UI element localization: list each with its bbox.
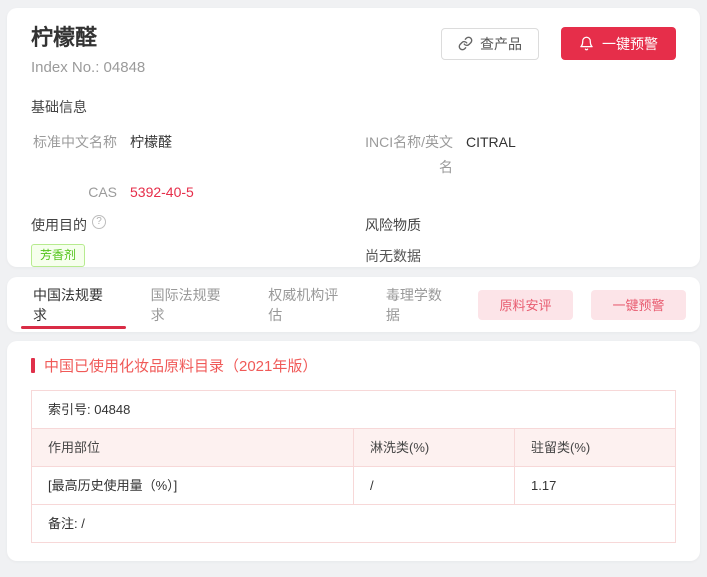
inci-name-label: INCI名称/英文名 — [365, 130, 453, 180]
ingredient-overview-card: 柠檬醛 Index No.: 04848 查产品 — [7, 8, 700, 267]
check-products-button[interactable]: 查产品 — [441, 28, 539, 60]
raw-material-safety-review-button[interactable]: 原料安评 — [478, 290, 573, 320]
table-header-row: 作用部位 淋洗类(%) 驻留类(%) — [32, 429, 676, 467]
one-key-alert-label: 一键预警 — [602, 34, 658, 54]
one-key-alert-pink-button[interactable]: 一键预警 — [591, 290, 686, 320]
tab-authority-evaluation[interactable]: 权威机构评估 — [256, 277, 361, 332]
index-number-row: 索引号: 04848 — [32, 391, 676, 429]
column-header-leave-on: 驻留类(%) — [515, 429, 676, 467]
catalog-section-title: 中国已使用化妆品原料目录（2021年版） — [44, 355, 317, 376]
tab-toxicology-data[interactable]: 毒理学数据 — [374, 277, 465, 332]
tab-label: 毒理学数据 — [386, 285, 453, 325]
regulation-tabs-bar: 中国法规要求 国际法规要求 权威机构评估 毒理学数据 原料安评 一键预警 — [7, 277, 700, 332]
tab-international-regulations[interactable]: 国际法规要求 — [139, 277, 244, 332]
index-number-cell: 索引号: 04848 — [32, 391, 676, 429]
check-products-label: 查产品 — [480, 34, 522, 54]
active-tab-underline — [21, 326, 126, 329]
help-circle-icon[interactable]: ? — [92, 215, 106, 229]
tab-label: 中国法规要求 — [33, 285, 114, 325]
table-row: [最高历史使用量（%）] / 1.17 — [32, 467, 676, 505]
max-historical-usage-cell: [最高历史使用量（%）] — [32, 467, 354, 505]
tabs: 中国法规要求 国际法规要求 权威机构评估 毒理学数据 — [21, 277, 478, 332]
rinse-off-value-cell: / — [354, 467, 515, 505]
purpose-tag-fragrance: 芳香剂 — [31, 244, 85, 267]
standard-chinese-name-value: 柠檬醛 — [130, 130, 172, 180]
remark-cell: 备注: / — [32, 505, 676, 543]
inci-name-value: CITRAL — [466, 130, 516, 180]
column-header-rinse-off: 淋洗类(%) — [354, 429, 515, 467]
index-number: Index No.: 04848 — [31, 59, 441, 76]
tab-label: 权威机构评估 — [268, 285, 349, 325]
section-marker-bar — [31, 358, 35, 373]
catalog-table: 索引号: 04848 作用部位 淋洗类(%) 驻留类(%) [最高历史使用量（%… — [31, 390, 676, 543]
cas-label: CAS — [31, 180, 117, 205]
china-catalog-card: 中国已使用化妆品原料目录（2021年版） 索引号: 04848 作用部位 淋洗类… — [7, 341, 700, 561]
bell-icon — [579, 36, 594, 51]
remark-row: 备注: / — [32, 505, 676, 543]
cas-number-link[interactable]: 5392-40-5 — [130, 180, 194, 205]
tab-label: 国际法规要求 — [151, 285, 232, 325]
risk-substance-label: 风险物质 — [365, 215, 421, 235]
page-title: 柠檬醛 — [31, 24, 441, 52]
column-header-application-site: 作用部位 — [32, 429, 354, 467]
link-icon — [458, 36, 473, 51]
usage-purpose-label: 使用目的 — [31, 215, 87, 235]
risk-substance-value: 尚无数据 — [365, 246, 421, 266]
leave-on-value-cell: 1.17 — [515, 467, 676, 505]
tab-china-regulations[interactable]: 中国法规要求 — [21, 277, 126, 332]
standard-chinese-name-label: 标准中文名称 — [31, 130, 117, 180]
basic-info-heading: 基础信息 — [31, 97, 676, 117]
one-key-alert-button[interactable]: 一键预警 — [561, 27, 676, 60]
